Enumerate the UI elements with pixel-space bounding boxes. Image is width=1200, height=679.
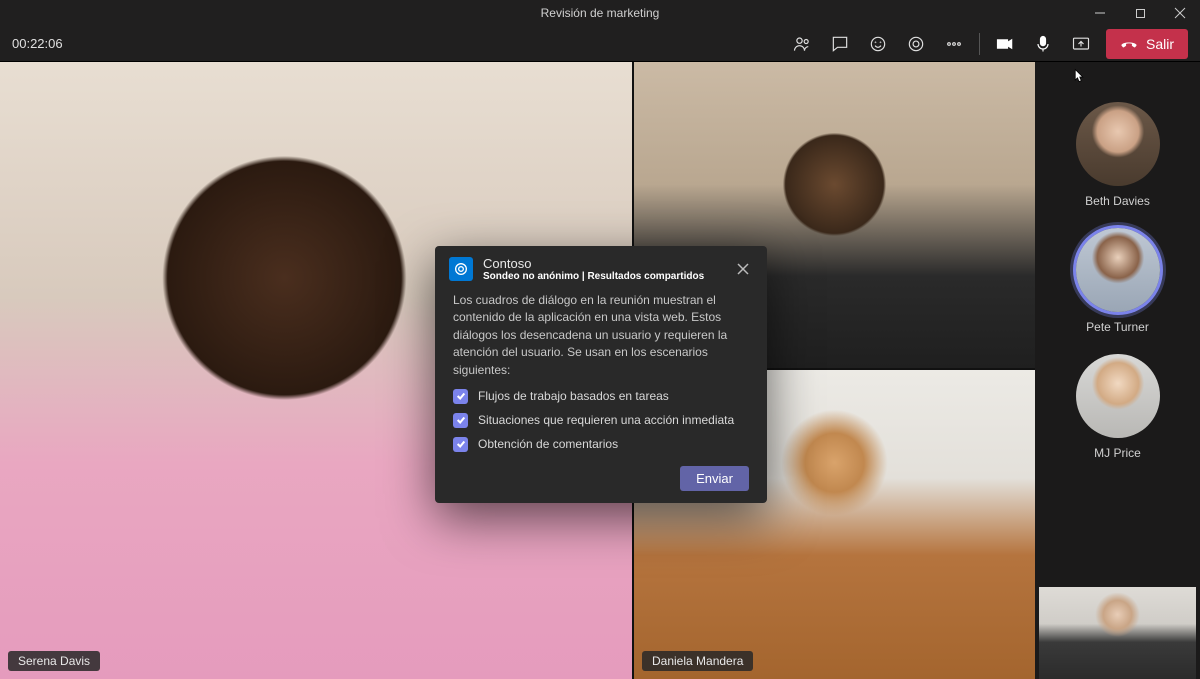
app-logo-icon xyxy=(449,257,473,281)
more-actions-icon[interactable] xyxy=(935,29,973,59)
checkbox-label: Obtención de comentarios xyxy=(478,437,618,451)
leave-button[interactable]: Salir xyxy=(1106,29,1188,59)
dialog-subtitle: Sondeo no anónimo | Resultados compartid… xyxy=(483,271,733,282)
window-title: Revisión de marketing xyxy=(0,6,1200,20)
hangup-icon xyxy=(1120,33,1138,54)
send-button-label: Enviar xyxy=(696,471,733,486)
share-screen-icon[interactable] xyxy=(1062,29,1100,59)
in-meeting-dialog: Contoso Sondeo no anónimo | Resultados c… xyxy=(435,246,767,503)
checkbox-label: Situaciones que requieren una acción inm… xyxy=(478,413,734,427)
participants-icon[interactable] xyxy=(783,29,821,59)
avatar xyxy=(1076,102,1160,186)
apps-icon[interactable] xyxy=(897,29,935,59)
roster-video-thumb[interactable] xyxy=(1039,587,1196,679)
checkbox-label: Flujos de trabajo basados en tareas xyxy=(478,389,669,403)
roster-item[interactable]: MJ Price xyxy=(1076,354,1160,460)
checkbox-row[interactable]: Obtención de comentarios xyxy=(453,437,749,452)
close-window-button[interactable] xyxy=(1160,0,1200,26)
dialog-app-name: Contoso xyxy=(483,256,733,271)
minimize-button[interactable] xyxy=(1080,0,1120,26)
roster-name: MJ Price xyxy=(1094,446,1141,460)
dialog-header: Contoso Sondeo no anónimo | Resultados c… xyxy=(435,246,767,288)
meeting-timer: 00:22:06 xyxy=(12,36,63,51)
dialog-footer: Enviar xyxy=(435,452,767,491)
avatar xyxy=(1076,354,1160,438)
roster-name: Pete Turner xyxy=(1086,320,1149,334)
roster-item[interactable]: Pete Turner xyxy=(1076,228,1160,334)
roster-name: Beth Davies xyxy=(1085,194,1150,208)
participant-name-label: Serena Davis xyxy=(8,651,100,671)
avatar xyxy=(1076,228,1160,312)
dialog-body-text: Los cuadros de diálogo en la reunión mue… xyxy=(435,288,767,379)
chat-icon[interactable] xyxy=(821,29,859,59)
checkbox-row[interactable]: Situaciones que requieren una acción inm… xyxy=(453,413,749,428)
leave-button-label: Salir xyxy=(1146,36,1174,52)
checkbox-checked-icon xyxy=(453,413,468,428)
dialog-close-button[interactable] xyxy=(733,259,753,279)
checkbox-row[interactable]: Flujos de trabajo basados en tareas xyxy=(453,389,749,404)
checkbox-checked-icon xyxy=(453,389,468,404)
checkbox-checked-icon xyxy=(453,437,468,452)
participant-video xyxy=(1039,587,1196,679)
participant-name-label: Daniela Mandera xyxy=(642,651,753,671)
reactions-icon[interactable] xyxy=(859,29,897,59)
window-titlebar: Revisión de marketing xyxy=(0,0,1200,26)
window-controls xyxy=(1080,0,1200,26)
camera-icon[interactable] xyxy=(986,29,1024,59)
roster-item[interactable]: Beth Davies xyxy=(1076,102,1160,208)
meeting-toolbar: 00:22:06 Salir xyxy=(0,26,1200,62)
dialog-checklist: Flujos de trabajo basados en tareas Situ… xyxy=(435,379,767,452)
toolbar-separator xyxy=(979,33,980,55)
participant-roster: Beth Davies Pete Turner MJ Price xyxy=(1035,62,1200,679)
send-button[interactable]: Enviar xyxy=(680,466,749,491)
maximize-button[interactable] xyxy=(1120,0,1160,26)
microphone-icon[interactable] xyxy=(1024,29,1062,59)
